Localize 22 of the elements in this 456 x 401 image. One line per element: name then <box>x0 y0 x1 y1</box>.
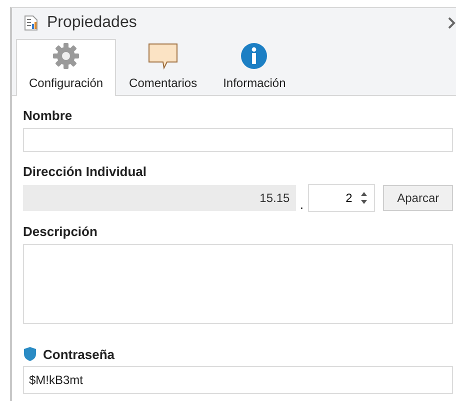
chevron-icon[interactable] <box>448 17 456 30</box>
field-label: Contraseña <box>43 346 115 362</box>
name-field[interactable] <box>23 128 453 152</box>
info-icon <box>240 42 268 70</box>
field-label: Nombre <box>23 108 74 123</box>
speech-bubble-icon <box>148 42 178 70</box>
panel-title: Propiedades <box>47 14 138 32</box>
separator-text: . <box>300 196 304 212</box>
password-field[interactable]: $M!kB3mt <box>23 366 453 394</box>
spinner-arrows-icon[interactable] <box>360 190 368 206</box>
number-spinner[interactable]: 2 <box>308 184 376 212</box>
tab[interactable]: Información <box>210 38 299 96</box>
tab[interactable]: Comentarios <box>116 38 210 96</box>
properties-icon <box>24 15 38 32</box>
park-button[interactable]: Aparcar <box>383 185 453 211</box>
shield-icon <box>23 346 37 362</box>
gear-icon <box>52 42 80 70</box>
address-prefix-field: 15.15 <box>23 185 296 211</box>
tab[interactable]: Configuración <box>16 38 116 96</box>
field-label: Descripción <box>23 224 98 239</box>
description-field[interactable] <box>23 244 453 324</box>
field-label: Dirección Individual <box>23 164 148 179</box>
